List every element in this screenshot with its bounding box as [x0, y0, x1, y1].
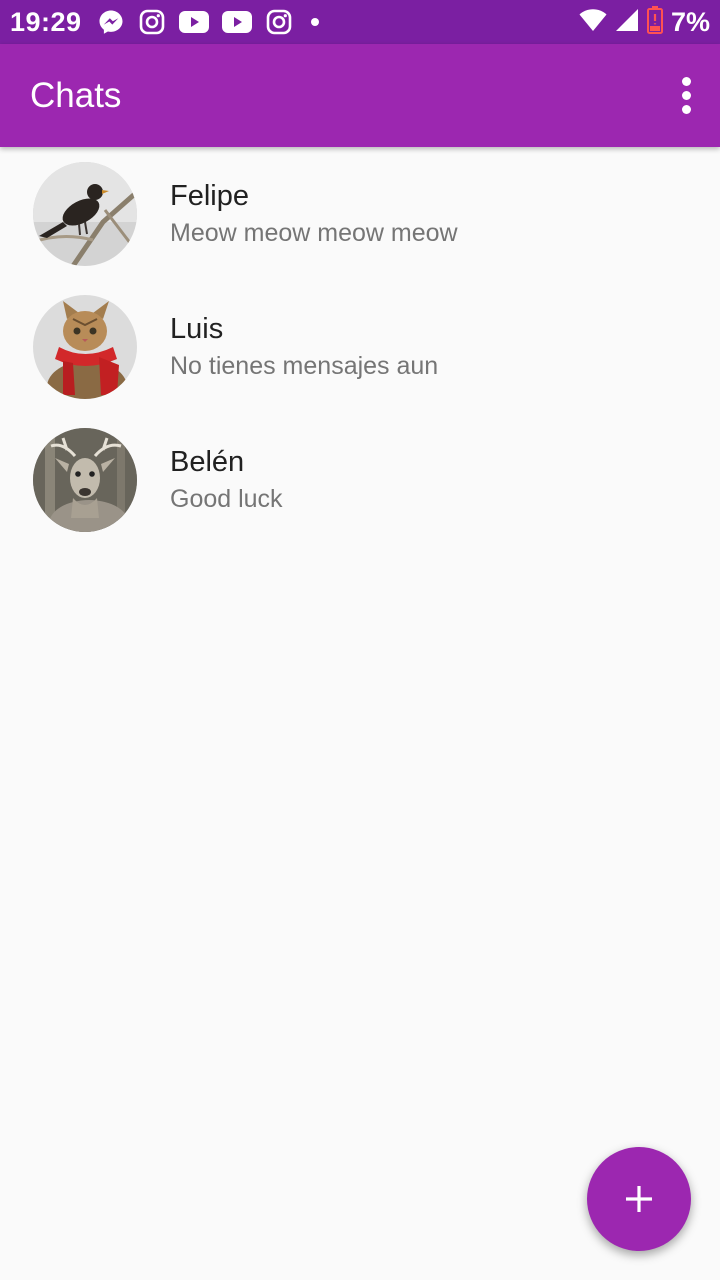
status-bar: 19:29 7% [0, 0, 720, 44]
more-vert-icon-dot [681, 91, 691, 100]
chat-name: Belén [170, 445, 245, 478]
chat-list-item[interactable]: Felipe Meow meow meow meow [0, 147, 720, 280]
chat-list: Felipe Meow meow meow meow Luis No tiene… [0, 147, 720, 546]
avatar-bird[interactable] [33, 161, 137, 266]
youtube-icon [221, 7, 253, 37]
app-bar: Chats [0, 44, 720, 147]
chat-name: Luis [170, 312, 224, 345]
battery-percent: 7% [670, 6, 710, 37]
chat-text: Felipe Meow meow meow meow [170, 178, 458, 250]
chat-name: Felipe [170, 179, 249, 212]
status-right: 7% [579, 5, 710, 39]
more-vert-icon [681, 77, 691, 86]
battery-low-icon [646, 5, 663, 39]
avatar-deer[interactable] [33, 427, 137, 532]
chat-text: Luis No tienes mensajes aun [170, 311, 438, 383]
chat-list-item[interactable]: Luis No tienes mensajes aun [0, 280, 720, 413]
instagram-icon [137, 7, 167, 37]
messenger-icon [96, 7, 126, 37]
chat-last-message: Meow meow meow meow [170, 218, 458, 247]
more-options-button[interactable] [666, 66, 706, 126]
chat-last-message: Good luck [170, 484, 283, 513]
cell-signal-icon [615, 8, 639, 37]
more-notifications-dot-icon [310, 18, 319, 26]
chat-list-item[interactable]: Belén Good luck [0, 413, 720, 546]
chat-last-message: No tienes mensajes aun [170, 351, 439, 380]
new-chat-fab-button[interactable] [587, 1147, 691, 1251]
chat-text: Belén Good luck [170, 444, 283, 516]
wifi-icon [579, 8, 607, 37]
page-title: Chats [30, 75, 122, 115]
avatar-cat[interactable] [33, 294, 137, 399]
more-vert-icon-dot [681, 105, 691, 114]
plus-icon [626, 1186, 652, 1212]
chats-screen: 19:29 7% Chats Felipe Meow meow meow meo… [0, 0, 720, 1280]
instagram-icon [264, 7, 294, 37]
status-time: 19:29 [10, 6, 82, 37]
youtube-icon [178, 7, 210, 37]
